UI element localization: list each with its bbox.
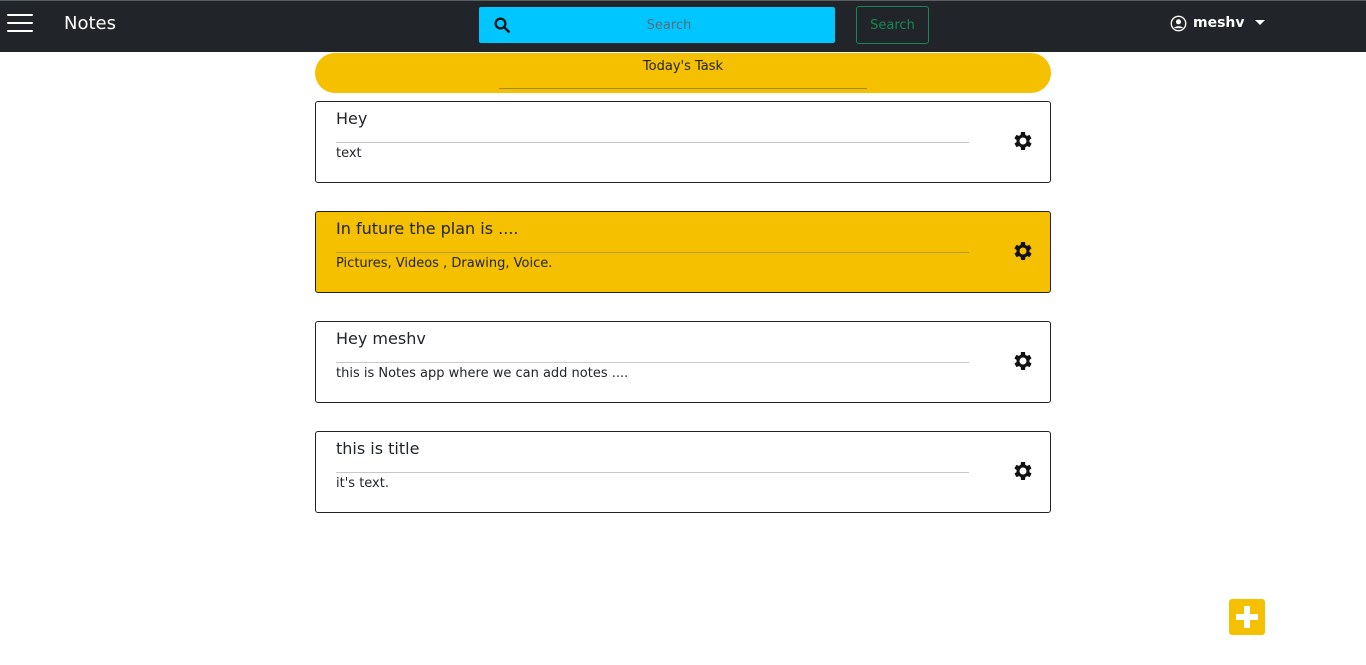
note-title: Hey meshv xyxy=(336,329,426,348)
note-card[interactable]: this is title it's text. xyxy=(315,431,1051,513)
search-box xyxy=(479,7,835,43)
todays-task-underline xyxy=(499,88,867,89)
note-divider xyxy=(336,472,969,473)
note-title: In future the plan is .... xyxy=(336,219,519,238)
note-text: it's text. xyxy=(336,476,389,491)
gear-icon[interactable] xyxy=(1010,459,1034,483)
brand-title[interactable]: Notes xyxy=(64,13,116,34)
note-card[interactable]: In future the plan is .... Pictures, Vid… xyxy=(315,211,1051,293)
note-divider xyxy=(336,252,969,253)
add-note-button[interactable] xyxy=(1229,599,1265,635)
hamburger-icon[interactable] xyxy=(7,13,33,35)
user-menu[interactable]: meshv xyxy=(1170,13,1265,33)
user-circle-icon xyxy=(1170,15,1187,31)
note-divider xyxy=(336,142,969,143)
search-icon xyxy=(494,17,510,33)
todays-task-label: Today's Task xyxy=(642,59,724,74)
note-text: Pictures, Videos , Drawing, Voice. xyxy=(336,256,553,271)
search-input[interactable] xyxy=(519,7,819,43)
note-card[interactable]: Hey meshv this is Notes app where we can… xyxy=(315,321,1051,403)
gear-icon[interactable] xyxy=(1010,239,1034,263)
note-title: this is title xyxy=(336,439,420,458)
user-name: meshv xyxy=(1193,15,1245,31)
note-text: this is Notes app where we can add notes… xyxy=(336,366,629,381)
chevron-down-icon xyxy=(1254,19,1265,25)
gear-icon[interactable] xyxy=(1010,129,1034,153)
note-title: Hey xyxy=(336,109,368,128)
note-card[interactable]: Hey text xyxy=(315,101,1051,183)
search-button[interactable]: Search xyxy=(856,6,929,44)
note-divider xyxy=(336,362,969,363)
gear-icon[interactable] xyxy=(1010,349,1034,373)
note-text: text xyxy=(336,146,362,161)
todays-task-banner[interactable]: Today's Task xyxy=(315,53,1051,93)
navbar: Notes Search meshv xyxy=(0,0,1366,52)
